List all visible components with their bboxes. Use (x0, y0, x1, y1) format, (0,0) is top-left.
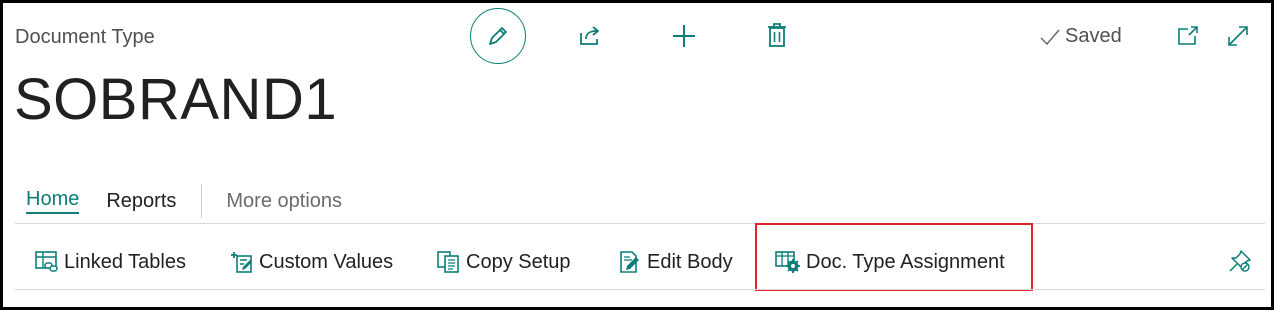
edit-body-label: Edit Body (647, 250, 733, 273)
edit-body-button[interactable]: Edit Body (617, 235, 733, 289)
checkmark-icon (1040, 29, 1060, 45)
custom-values-label: Custom Values (259, 250, 394, 273)
linked-tables-label: Linked Tables (64, 250, 186, 273)
tab-home[interactable]: Home (26, 188, 80, 214)
expand-button[interactable] (1225, 23, 1251, 49)
linked-tables-button[interactable]: Linked Tables (34, 235, 186, 289)
linked-tables-icon (35, 251, 58, 272)
copy-setup-icon (437, 251, 459, 273)
tab-bar: Home Reports More options (26, 184, 369, 218)
record-title: SOBRAND1 (14, 67, 338, 132)
saved-label: Saved (1065, 25, 1122, 47)
custom-values-button[interactable]: Custom Values (229, 235, 393, 289)
tab-separator (201, 184, 203, 218)
pin-icon (1229, 250, 1251, 272)
copy-setup-label: Copy Setup (466, 250, 571, 273)
custom-values-icon (231, 252, 252, 273)
edit-body-icon (620, 251, 639, 273)
delete-button[interactable] (764, 21, 790, 49)
share-icon (580, 26, 599, 45)
expand-icon (1228, 26, 1248, 46)
actions-divider (15, 289, 1265, 290)
share-button[interactable] (577, 21, 605, 49)
open-new-window-button[interactable] (1175, 23, 1201, 49)
tab-reports[interactable]: Reports (106, 190, 176, 213)
tab-more-options[interactable]: More options (226, 190, 342, 213)
doc-type-assignment-icon (775, 251, 800, 273)
doc-type-assignment-button[interactable]: Doc. Type Assignment (774, 235, 1005, 289)
new-button[interactable] (669, 21, 699, 51)
trash-icon (768, 23, 786, 47)
doc-type-assignment-label: Doc. Type Assignment (806, 250, 1005, 273)
edit-button[interactable] (470, 8, 526, 64)
tabs-divider (15, 223, 1265, 224)
page-frame: Document Type Saved SOBRAND1 Home Report… (0, 0, 1274, 310)
copy-setup-button[interactable]: Copy Setup (436, 235, 571, 289)
page-type-caption: Document Type (15, 26, 155, 48)
pencil-icon (489, 27, 507, 45)
plus-icon (673, 25, 695, 47)
save-status: Saved (1039, 25, 1122, 48)
pin-button[interactable] (1227, 248, 1253, 274)
open-new-window-icon (1178, 26, 1198, 45)
